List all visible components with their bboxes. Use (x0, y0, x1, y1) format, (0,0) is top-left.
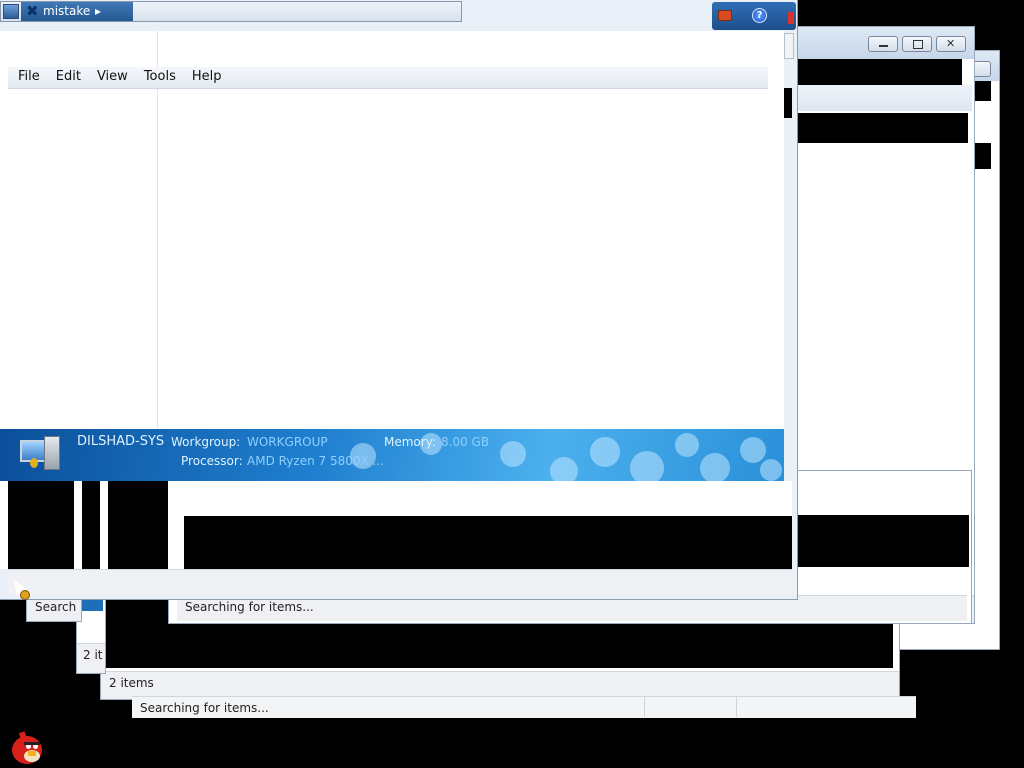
workgroup-label: Workgroup: (171, 435, 241, 449)
workgroup-value: WORKGROUP (247, 435, 328, 449)
address-crumb-label: mistake (43, 4, 91, 18)
menu-bar: File Edit View Tools Help (8, 67, 768, 89)
close-accent (788, 12, 794, 24)
window-6-status-text: Searching for items... (140, 701, 269, 715)
briefcase-icon[interactable] (718, 10, 732, 21)
scrollbar-stub[interactable] (784, 33, 794, 59)
navigation-pane-divider (157, 31, 158, 429)
background-window-6-status-bar: Searching for items... (132, 696, 916, 718)
control-panel-icon (3, 4, 19, 19)
window-4-titlebar: ✕ (796, 27, 974, 59)
window-4-minimize-button[interactable] (868, 36, 898, 52)
window-4-close-button[interactable]: ✕ (936, 36, 966, 52)
right-edge-strip (784, 88, 792, 118)
menu-edit[interactable]: Edit (48, 67, 89, 87)
memory-label: Memory: (384, 435, 436, 449)
front-window: ✖ mistake ▸ ? FileEditViewToolsHelp (0, 0, 798, 600)
processor-label: Processor: (181, 454, 243, 468)
window-3-status-bar: 2 items (101, 671, 899, 699)
window-4-command-bar (796, 113, 968, 143)
help-glyph: ? (756, 10, 763, 21)
content-area (0, 31, 794, 429)
x-mark-icon: ✖ (26, 2, 39, 20)
menu-view[interactable]: View (89, 67, 136, 87)
window-2-status-bar: 2 it (77, 643, 105, 673)
window-4-address-bar (796, 59, 962, 85)
window-1-status-text: Search (35, 600, 77, 614)
window-4-restore-button[interactable] (902, 36, 932, 52)
chevron-right-icon[interactable]: ▸ (95, 2, 101, 21)
memory-value: 8.00 GB (441, 435, 490, 449)
details-area (0, 481, 792, 569)
cursor-busy-icon (8, 576, 30, 600)
window-3-status-text: 2 items (109, 676, 154, 690)
angry-bird-icon[interactable] (10, 731, 44, 766)
menu-help[interactable]: Help (184, 67, 230, 87)
menu-tools[interactable]: Tools (136, 67, 184, 87)
window-2-status-text: 2 it (83, 648, 103, 662)
computer-name: DILSHAD-SYS (77, 434, 165, 449)
menu-file[interactable]: File (8, 67, 48, 87)
window-4-menu-bar (796, 85, 972, 111)
system-info-banner: DILSHAD-SYS Workgroup: WORKGROUP Memory:… (0, 429, 784, 481)
window-7-status-text: Searching for items... (185, 600, 314, 614)
front-status-bar (8, 569, 792, 595)
command-strip: ? (712, 2, 796, 30)
address-crumb[interactable]: ✖ mistake ▸ (21, 2, 133, 21)
computer-icon (20, 436, 62, 474)
processor-value: AMD Ryzen 7 5800X ... (247, 454, 384, 468)
address-bar[interactable]: ✖ mistake ▸ (0, 1, 462, 22)
help-icon[interactable]: ? (752, 8, 767, 23)
